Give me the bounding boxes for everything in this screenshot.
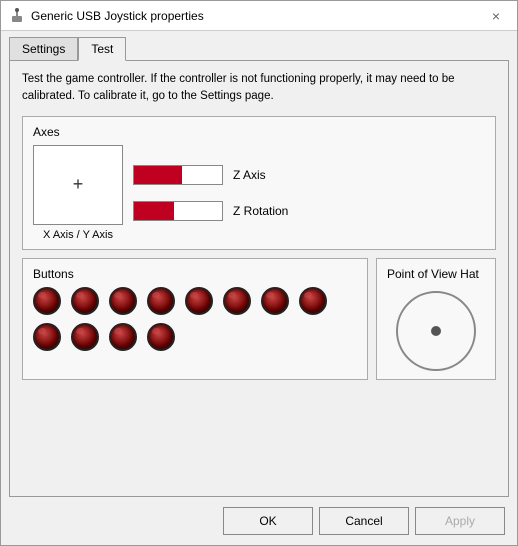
button-5 bbox=[185, 287, 213, 315]
z-rotation-bar bbox=[133, 201, 223, 221]
button-12 bbox=[147, 323, 175, 351]
pov-circle bbox=[396, 291, 476, 371]
z-rotation-fill bbox=[134, 202, 174, 220]
z-axis-fill bbox=[134, 166, 182, 184]
joystick-icon bbox=[9, 8, 25, 24]
pov-dot bbox=[431, 326, 441, 336]
z-axis-row: Z Axis bbox=[133, 165, 485, 185]
window: Generic USB Joystick properties × Settin… bbox=[0, 0, 518, 546]
title-bar-left: Generic USB Joystick properties bbox=[9, 8, 204, 24]
lower-section: Buttons bbox=[22, 258, 496, 380]
ok-button[interactable]: OK bbox=[223, 507, 313, 535]
cancel-button[interactable]: Cancel bbox=[319, 507, 409, 535]
buttons-label: Buttons bbox=[33, 267, 357, 281]
tab-settings[interactable]: Settings bbox=[9, 37, 78, 60]
footer: OK Cancel Apply bbox=[1, 497, 517, 545]
z-rotation-label: Z Rotation bbox=[233, 204, 288, 218]
axes-label: Axes bbox=[33, 125, 485, 139]
pov-section: Point of View Hat bbox=[376, 258, 496, 380]
button-8 bbox=[299, 287, 327, 315]
button-6 bbox=[223, 287, 251, 315]
button-3 bbox=[109, 287, 137, 315]
pov-circle-container bbox=[387, 291, 485, 371]
apply-button[interactable]: Apply bbox=[415, 507, 505, 535]
buttons-row-1 bbox=[33, 287, 357, 315]
title-text: Generic USB Joystick properties bbox=[31, 9, 204, 23]
buttons-grid bbox=[33, 287, 357, 351]
tab-test[interactable]: Test bbox=[78, 37, 126, 61]
xy-axis-box: + bbox=[33, 145, 123, 225]
axes-sliders: Z Axis Z Rotation bbox=[133, 165, 485, 221]
button-1 bbox=[33, 287, 61, 315]
z-axis-bar bbox=[133, 165, 223, 185]
description-text: Test the game controller. If the control… bbox=[22, 71, 496, 106]
close-button[interactable]: × bbox=[483, 6, 509, 26]
xy-axis-label: X Axis / Y Axis bbox=[43, 229, 113, 241]
button-10 bbox=[71, 323, 99, 351]
button-11 bbox=[109, 323, 137, 351]
title-bar: Generic USB Joystick properties × bbox=[1, 1, 517, 31]
z-rotation-row: Z Rotation bbox=[133, 201, 485, 221]
buttons-row-2 bbox=[33, 323, 357, 351]
button-7 bbox=[261, 287, 289, 315]
axes-section: Axes + X Axis / Y Axis Z Axis bbox=[22, 116, 496, 250]
buttons-section: Buttons bbox=[22, 258, 368, 380]
axes-content: + X Axis / Y Axis Z Axis bbox=[33, 145, 485, 241]
crosshair-icon: + bbox=[73, 174, 84, 195]
button-2 bbox=[71, 287, 99, 315]
tabs-bar: Settings Test bbox=[1, 31, 517, 60]
pov-label: Point of View Hat bbox=[387, 267, 485, 281]
button-4 bbox=[147, 287, 175, 315]
button-9 bbox=[33, 323, 61, 351]
z-axis-label: Z Axis bbox=[233, 168, 266, 182]
tab-content: Test the game controller. If the control… bbox=[9, 60, 509, 497]
